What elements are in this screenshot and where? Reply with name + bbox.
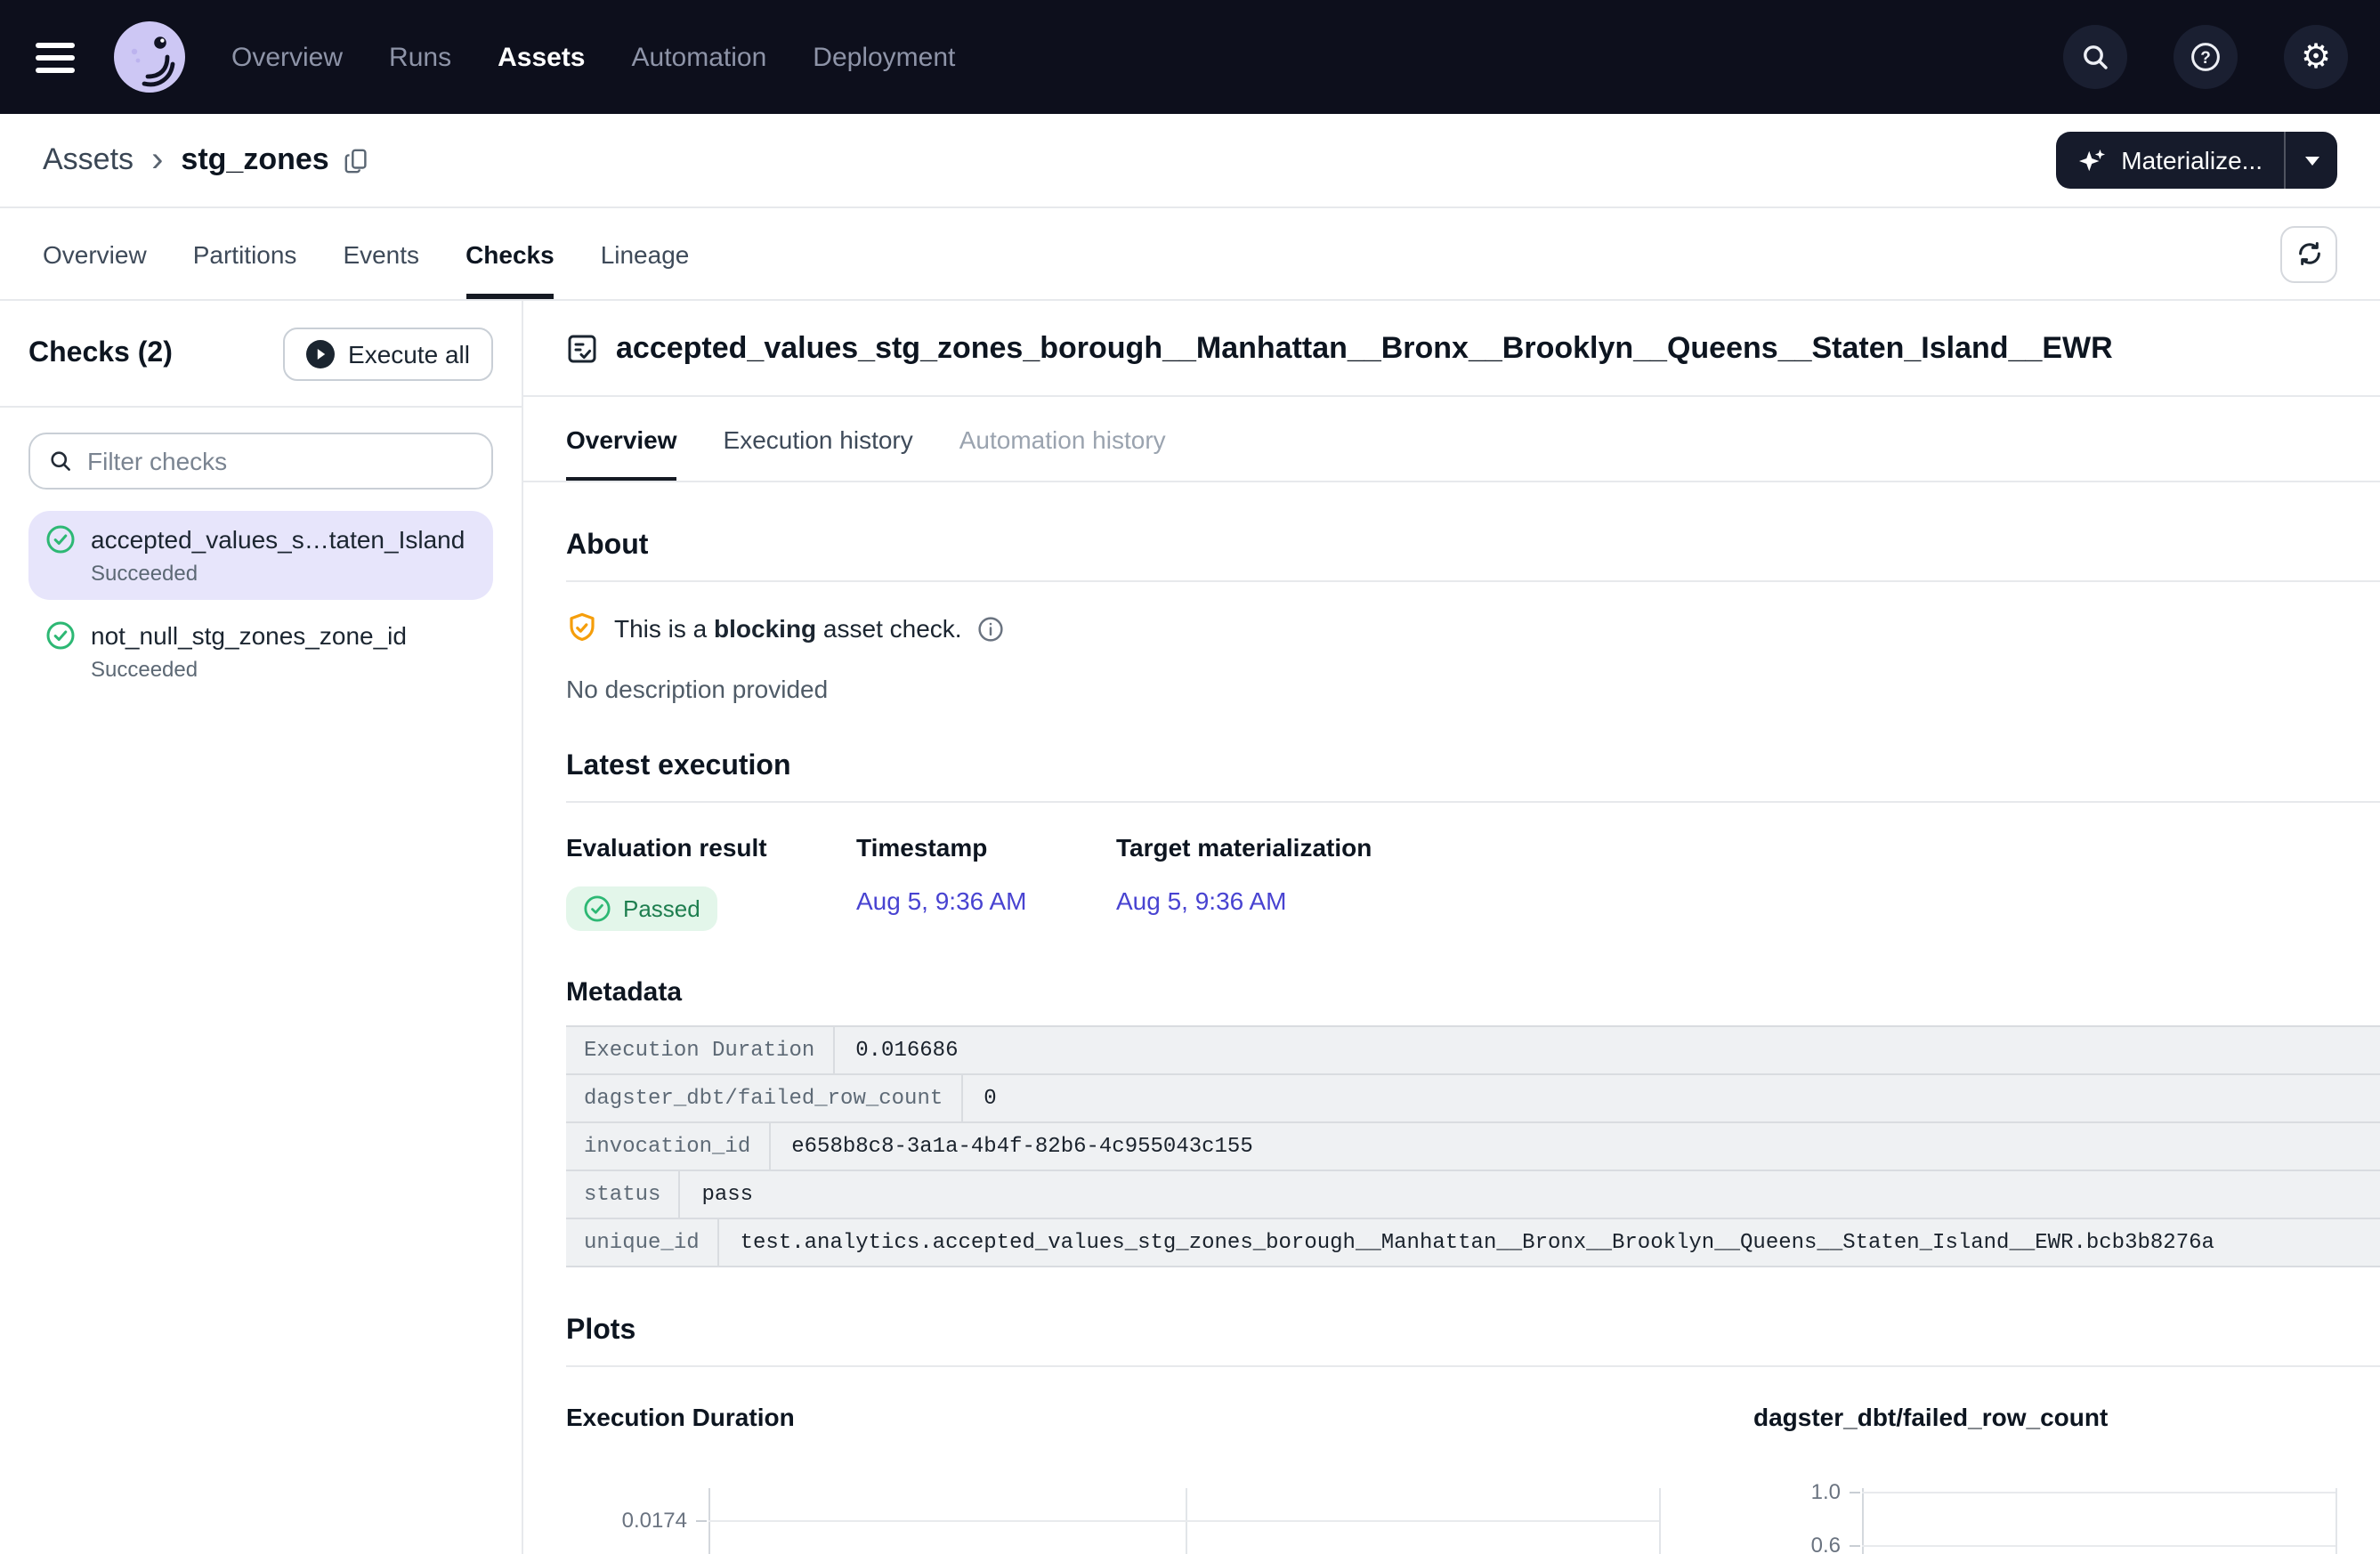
- checks-header: Checks (2) Execute all: [0, 301, 522, 408]
- nav-item-assets[interactable]: Assets: [498, 42, 585, 72]
- copy-button[interactable]: [344, 147, 370, 174]
- check-detail-tabs: Overview Execution history Automation hi…: [523, 397, 2380, 482]
- materialize-label: Materialize...: [2121, 146, 2263, 174]
- checks-sidebar: Checks (2) Execute all: [0, 301, 523, 1554]
- svg-text:?: ?: [2200, 49, 2211, 68]
- table-row: unique_id test.analytics.accepted_values…: [566, 1219, 2380, 1267]
- checks-count-title: Checks (2): [28, 337, 173, 369]
- passed-badge-label: Passed: [623, 895, 700, 922]
- table-row: dagster_dbt/failed_row_count 0: [566, 1075, 2380, 1123]
- top-nav-links: Overview Runs Assets Automation Deployme…: [231, 42, 955, 72]
- asset-tabs: Overview Partitions Events Checks Lineag…: [0, 208, 2380, 301]
- search-icon: [2079, 41, 2111, 73]
- top-nav: Overview Runs Assets Automation Deployme…: [0, 0, 2380, 114]
- search-button[interactable]: [2063, 25, 2127, 89]
- content-area: Checks (2) Execute all: [0, 301, 2380, 1554]
- check-circle-icon: [584, 895, 611, 922]
- materialize-button[interactable]: Materialize...: [2055, 132, 2284, 189]
- y-tick-label: 0.0174: [566, 1508, 687, 1533]
- check-detail-title: accepted_values_stg_zones_borough__Manha…: [616, 331, 2113, 367]
- hamburger-menu-icon[interactable]: [36, 35, 82, 79]
- check-circle-icon: [46, 621, 75, 650]
- col-evaluation-result: Evaluation result: [566, 833, 856, 862]
- plots-heading: Plots: [566, 1315, 2380, 1348]
- table-row: Execution Duration 0.016686: [566, 1027, 2380, 1075]
- table-row: invocation_id e658b8c8-3a1a-4b4f-82b6-4c…: [566, 1123, 2380, 1171]
- check-status: Succeeded: [91, 657, 475, 682]
- check-circle-icon: [46, 525, 75, 554]
- col-timestamp: Timestamp: [856, 833, 1116, 862]
- tab-execution-history[interactable]: Execution history: [724, 397, 913, 481]
- refresh-button[interactable]: [2280, 225, 2337, 282]
- chevron-right-icon: ›: [151, 142, 163, 178]
- check-list-item-accepted-values[interactable]: accepted_values_s…taten_Island Succeeded: [28, 511, 493, 600]
- check-status: Succeeded: [91, 561, 475, 586]
- passed-badge: Passed: [566, 886, 718, 931]
- latest-execution-grid: Evaluation result Timestamp Target mater…: [566, 833, 2380, 931]
- check-list: accepted_values_s…taten_Island Succeeded…: [28, 511, 493, 696]
- checks-sidebar-body: accepted_values_s…taten_Island Succeeded…: [0, 408, 522, 696]
- tab-partitions[interactable]: Partitions: [193, 208, 297, 299]
- check-detail-body: About This is a blocking asset check.: [523, 482, 2380, 1554]
- nav-item-overview[interactable]: Overview: [231, 42, 343, 72]
- tab-check-overview[interactable]: Overview: [566, 397, 677, 481]
- tab-events[interactable]: Events: [343, 208, 419, 299]
- nav-item-runs[interactable]: Runs: [389, 42, 451, 72]
- y-tick-label: 0.6: [1753, 1533, 1841, 1554]
- refresh-icon: [2294, 239, 2324, 269]
- search-icon: [48, 449, 73, 473]
- gear-icon: ⚙: [2301, 40, 2331, 74]
- table-row: status pass: [566, 1171, 2380, 1219]
- dagster-app: Overview Runs Assets Automation Deployme…: [0, 0, 2380, 1554]
- col-target-materialization: Target materialization: [1116, 833, 2380, 862]
- check-detail-panel: accepted_values_stg_zones_borough__Manha…: [523, 301, 2380, 1554]
- materialize-split-button: Materialize...: [2055, 132, 2337, 189]
- play-circle-icon: [305, 339, 334, 368]
- execute-all-label: Execute all: [348, 339, 470, 368]
- about-heading: About: [566, 530, 2380, 563]
- timestamp-link[interactable]: Aug 5, 9:36 AM: [856, 886, 1026, 915]
- dagster-logo[interactable]: [114, 21, 185, 93]
- tab-lineage[interactable]: Lineage: [601, 208, 690, 299]
- info-icon[interactable]: [978, 615, 1005, 642]
- page-title: stg_zones: [181, 142, 328, 178]
- help-button[interactable]: ?: [2174, 25, 2238, 89]
- copy-icon: [344, 147, 370, 174]
- tab-automation-history[interactable]: Automation history: [959, 397, 1166, 481]
- failed-row-count-chart: dagster_dbt/failed_row_count 1.0 0.6: [1753, 1403, 2380, 1554]
- materialize-dropdown-button[interactable]: [2284, 132, 2337, 189]
- chart-title: Execution Duration: [566, 1403, 1661, 1431]
- tab-checks[interactable]: Checks: [465, 208, 555, 299]
- checklist-icon: [566, 333, 598, 365]
- plots-grid: Execution Duration 0.0174 dagster_dbt/fa…: [566, 1403, 2380, 1554]
- nav-item-automation[interactable]: Automation: [632, 42, 767, 72]
- nav-item-deployment[interactable]: Deployment: [813, 42, 955, 72]
- execution-duration-chart: Execution Duration 0.0174: [566, 1403, 1661, 1554]
- breadcrumb-bar: Assets › stg_zones Materialize...: [0, 114, 2380, 208]
- check-name: not_null_stg_zones_zone_id: [91, 621, 407, 650]
- check-list-item-not-null[interactable]: not_null_stg_zones_zone_id Succeeded: [28, 607, 493, 696]
- filter-checks-input[interactable]: [87, 447, 474, 475]
- y-tick-label: 1.0: [1753, 1479, 1841, 1504]
- filter-checks-field: [28, 433, 493, 490]
- chevron-down-icon: [2304, 156, 2319, 165]
- metadata-heading: Metadata: [566, 977, 2380, 1008]
- settings-button[interactable]: ⚙: [2284, 25, 2348, 89]
- target-materialization-link[interactable]: Aug 5, 9:36 AM: [1116, 886, 1286, 915]
- breadcrumb-assets-link[interactable]: Assets: [43, 142, 134, 178]
- chart-title: dagster_dbt/failed_row_count: [1753, 1403, 2380, 1431]
- no-description-text: No description provided: [566, 675, 2380, 703]
- check-name: accepted_values_s…taten_Island: [91, 525, 465, 554]
- blocking-note: This is a blocking asset check.: [566, 612, 2380, 644]
- tab-overview[interactable]: Overview: [43, 208, 147, 299]
- shield-check-icon: [566, 612, 598, 644]
- latest-execution-heading: Latest execution: [566, 751, 2380, 783]
- help-icon: ?: [2190, 41, 2222, 73]
- check-title-row: accepted_values_stg_zones_borough__Manha…: [523, 301, 2380, 397]
- execute-all-button[interactable]: Execute all: [282, 327, 493, 380]
- sparkle-icon: [2076, 147, 2107, 174]
- metadata-table: Execution Duration 0.016686 dagster_dbt/…: [566, 1025, 2380, 1267]
